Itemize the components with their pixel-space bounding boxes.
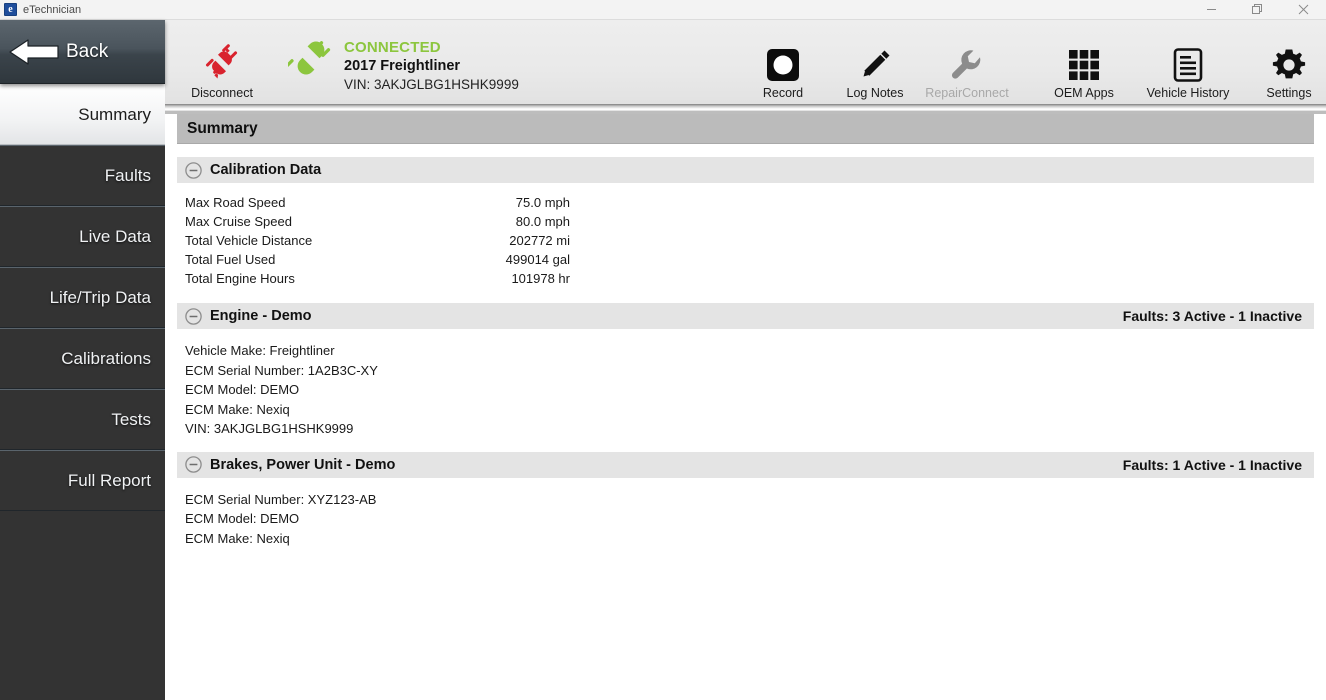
section-title: Engine - Demo [210, 308, 312, 324]
list-item: ECM Serial Number: 1A2B3C-XY [185, 362, 378, 378]
sidebar-item-label: Tests [111, 409, 151, 429]
sidebar-item-label: Life/Trip Data [49, 287, 151, 307]
row-label: Max Road Speed [185, 195, 286, 210]
log-notes-button[interactable]: Log Notes [827, 44, 923, 100]
list-item: ECM Make: Nexiq [185, 530, 290, 546]
sidebar-item-label: Calibrations [61, 348, 151, 368]
vehicle-history-label: Vehicle History [1146, 86, 1230, 100]
connection-info: CONNECTED 2017 Freightliner VIN: 3AKJGLB… [288, 38, 519, 93]
sidebar-nav: Summary Faults Live Data Life/Trip Data Cali… [0, 84, 165, 511]
wrench-icon [950, 44, 984, 82]
section-fault-count: Faults: 3 Active - 1 Inactive [1122, 308, 1302, 324]
toolbar-divider [165, 104, 1326, 114]
ecm-info-list: ECM Serial Number: XYZ123-AB ECM Model: D… [185, 490, 1326, 549]
section-header[interactable]: Calibration Data [177, 157, 1314, 183]
document-icon [1173, 44, 1203, 82]
vehicle-history-button[interactable]: Vehicle History [1140, 44, 1236, 100]
table-row: Total Fuel Used 499014 gal [185, 252, 570, 271]
list-item: ECM Serial Number: XYZ123-AB [185, 491, 377, 507]
sidebar-item-full-report[interactable]: Full Report [0, 450, 165, 511]
sidebar-item-live-data[interactable]: Live Data [0, 206, 165, 267]
table-row: Max Cruise Speed 80.0 mph [185, 214, 570, 233]
log-notes-label: Log Notes [846, 86, 904, 100]
row-label: Total Vehicle Distance [185, 233, 313, 248]
gear-icon [1272, 44, 1306, 82]
collapse-minus-icon[interactable] [185, 307, 202, 325]
disconnect-plug-icon [202, 44, 242, 82]
table-row: Max Road Speed 75.0 mph [185, 195, 570, 214]
section-title: Calibration Data [210, 162, 322, 178]
vehicle-vin: VIN: 3AKJGLBG1HSHK9999 [344, 76, 519, 92]
back-label: Back [66, 40, 109, 62]
record-icon [766, 44, 800, 82]
table-row: Total Engine Hours 101978 hr [185, 271, 570, 290]
sidebar-item-tests[interactable]: Tests [0, 389, 165, 450]
maximize-restore-button[interactable] [1234, 0, 1280, 20]
app-logo-icon: e [4, 3, 17, 16]
row-value: 75.0 mph [515, 195, 570, 210]
row-value: 499014 gal [505, 252, 570, 267]
sidebar-item-life-trip-data[interactable]: Life/Trip Data [0, 267, 165, 328]
oem-apps-label: OEM Apps [1054, 86, 1114, 100]
section-fault-count: Faults: 1 Active - 1 Inactive [1122, 456, 1302, 473]
repair-connect-button[interactable]: RepairConnect [919, 44, 1015, 100]
disconnect-label: Disconnect [191, 86, 253, 100]
row-label: Total Engine Hours [185, 271, 295, 286]
settings-button[interactable]: Settings [1241, 44, 1326, 100]
sidebar-item-summary[interactable]: Summary [0, 84, 165, 145]
ecm-info-list: Vehicle Make: Freightliner ECM Serial Num… [185, 341, 1326, 439]
app-title: eTechnician [23, 3, 82, 16]
repair-connect-label: RepairConnect [925, 86, 1009, 100]
back-button[interactable]: Back [0, 20, 165, 84]
sidebar-item-label: Summary [78, 104, 151, 124]
table-row: Total Vehicle Distance 202772 mi [185, 233, 570, 252]
section-title: Brakes, Power Unit - Demo [210, 456, 396, 473]
sidebar-item-calibrations[interactable]: Calibrations [0, 328, 165, 389]
row-value: 202772 mi [509, 233, 570, 248]
settings-label: Settings [1266, 86, 1312, 100]
title-bar: e eTechnician [0, 0, 1326, 20]
list-item: Vehicle Make: Freightliner [185, 343, 335, 358]
section-header[interactable]: Brakes, Power Unit - Demo Faults: 1 Activ… [177, 451, 1314, 478]
record-label: Record [762, 86, 804, 100]
grid-icon [1067, 44, 1101, 82]
sidebar-item-faults[interactable]: Faults [0, 145, 165, 206]
collapse-minus-icon[interactable] [185, 456, 202, 473]
list-item: ECM Model: DEMO [185, 382, 300, 397]
pencil-icon [858, 44, 892, 82]
list-item: VIN: 3AKJGLBG1HSHK9999 [185, 421, 354, 436]
sidebar: Back Summary Faults Live Data Life/Trip Dat… [0, 20, 165, 700]
back-arrow-icon [9, 38, 59, 65]
page-title: Summary [177, 114, 1314, 144]
list-item: ECM Model: DEMO [185, 511, 300, 526]
close-button[interactable] [1280, 0, 1326, 20]
row-label: Total Fuel Used [185, 252, 276, 267]
record-button[interactable]: Record [735, 44, 831, 100]
minimize-button[interactable] [1188, 0, 1234, 20]
row-value: 80.0 mph [515, 214, 570, 229]
row-value: 101978 hr [511, 271, 570, 286]
connected-plug-icon [288, 41, 331, 75]
section-header[interactable]: Engine - Demo Faults: 3 Active - 1 Inacti… [177, 303, 1314, 329]
collapse-minus-icon[interactable] [185, 161, 202, 179]
row-label: Max Cruise Speed [185, 214, 292, 229]
vehicle-name: 2017 Freightliner [344, 58, 461, 75]
window-controls [1188, 0, 1326, 20]
sidebar-item-label: Full Report [67, 470, 151, 490]
disconnect-button[interactable]: Disconnect [174, 44, 270, 100]
app-window: e eTechnician Back Summary Faults Live D… [0, 0, 1326, 700]
summary-sections: Calibration Data Max Road Speed 75.0 mph Ma… [165, 157, 1326, 548]
sidebar-item-label: Live Data [79, 226, 151, 246]
toolbar: Disconnect CONNECTED 2017 Freightliner V… [165, 20, 1326, 104]
sidebar-item-label: Faults [104, 165, 151, 185]
calibration-data-table: Max Road Speed 75.0 mph Max Cruise Speed 80… [185, 195, 570, 290]
connection-status: CONNECTED [344, 39, 441, 56]
main-content: Summary Calibration Data Max Road Speed 75… [165, 114, 1326, 700]
oem-apps-button[interactable]: OEM Apps [1036, 44, 1132, 100]
list-item: ECM Make: Nexiq [185, 401, 290, 417]
